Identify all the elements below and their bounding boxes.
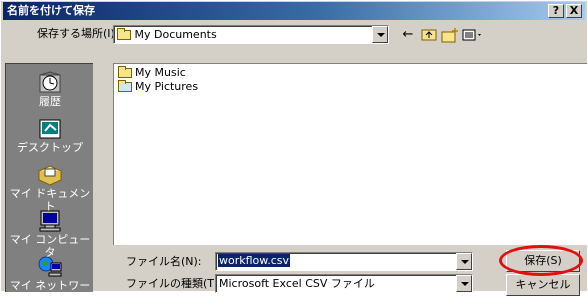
chevron-down-icon[interactable] bbox=[372, 26, 388, 43]
my-documents-icon bbox=[37, 165, 63, 186]
my-computer-icon bbox=[39, 210, 61, 232]
save-as-dialog: 名前を付けて保存 ? X 保存する場所(I): My Documents ← 履… bbox=[0, 0, 587, 305]
pictures-folder-icon bbox=[118, 80, 132, 92]
place-history[interactable]: 履歴 bbox=[6, 68, 94, 114]
lookin-value: My Documents bbox=[134, 28, 217, 41]
my-network-icon bbox=[38, 256, 62, 277]
place-my-network[interactable]: マイ ネットワーク bbox=[6, 252, 94, 305]
desktop-icon bbox=[39, 119, 61, 139]
window-title: 名前を付けて保存 bbox=[7, 4, 95, 17]
views-icon[interactable] bbox=[462, 27, 484, 43]
folder-icon bbox=[118, 66, 132, 78]
place-desktop-label: デスクトップ bbox=[17, 141, 83, 154]
folder-icon bbox=[117, 28, 131, 40]
filename-field[interactable]: workflow.csv bbox=[215, 252, 473, 271]
up-folder-icon[interactable] bbox=[420, 27, 438, 43]
back-icon[interactable]: ← bbox=[399, 27, 417, 43]
title-bar[interactable]: 名前を付けて保存 ? X bbox=[3, 2, 585, 20]
filetype-value: Microsoft Excel CSV ファイル bbox=[219, 277, 375, 290]
list-item[interactable]: My Pictures bbox=[118, 80, 198, 94]
place-desktop[interactable]: デスクトップ bbox=[6, 114, 94, 160]
chevron-down-icon[interactable] bbox=[456, 275, 472, 292]
cancel-button[interactable]: キャンセル bbox=[506, 274, 580, 296]
list-item[interactable]: My Music bbox=[118, 66, 186, 80]
filename-label: ファイル名(N): bbox=[126, 255, 202, 268]
place-my-computer[interactable]: マイ コンピュータ bbox=[6, 206, 94, 259]
filetype-dropdown[interactable]: Microsoft Excel CSV ファイル bbox=[215, 274, 473, 293]
new-folder-icon[interactable] bbox=[441, 27, 459, 43]
file-list[interactable]: My Music My Pictures bbox=[113, 63, 587, 245]
chevron-down-icon[interactable] bbox=[456, 253, 472, 270]
place-my-documents[interactable]: マイ ドキュメント bbox=[6, 160, 94, 213]
help-button[interactable]: ? bbox=[548, 4, 564, 18]
filetype-label: ファイルの種類(T): bbox=[126, 277, 223, 290]
lookin-dropdown[interactable]: My Documents bbox=[113, 25, 389, 44]
place-my-network-label: マイ ネットワーク bbox=[9, 279, 91, 305]
lookin-label: 保存する場所(I): bbox=[37, 27, 119, 40]
filename-value: workflow.csv bbox=[218, 254, 291, 267]
close-button[interactable]: X bbox=[566, 4, 582, 18]
history-icon bbox=[39, 71, 61, 93]
annotation-highlight-ring bbox=[499, 245, 583, 276]
place-history-label: 履歴 bbox=[39, 95, 61, 108]
places-bar: 履歴 デスクトップ マイ ドキュメント マイ コンピュータ マイ ネットワーク bbox=[5, 63, 94, 305]
